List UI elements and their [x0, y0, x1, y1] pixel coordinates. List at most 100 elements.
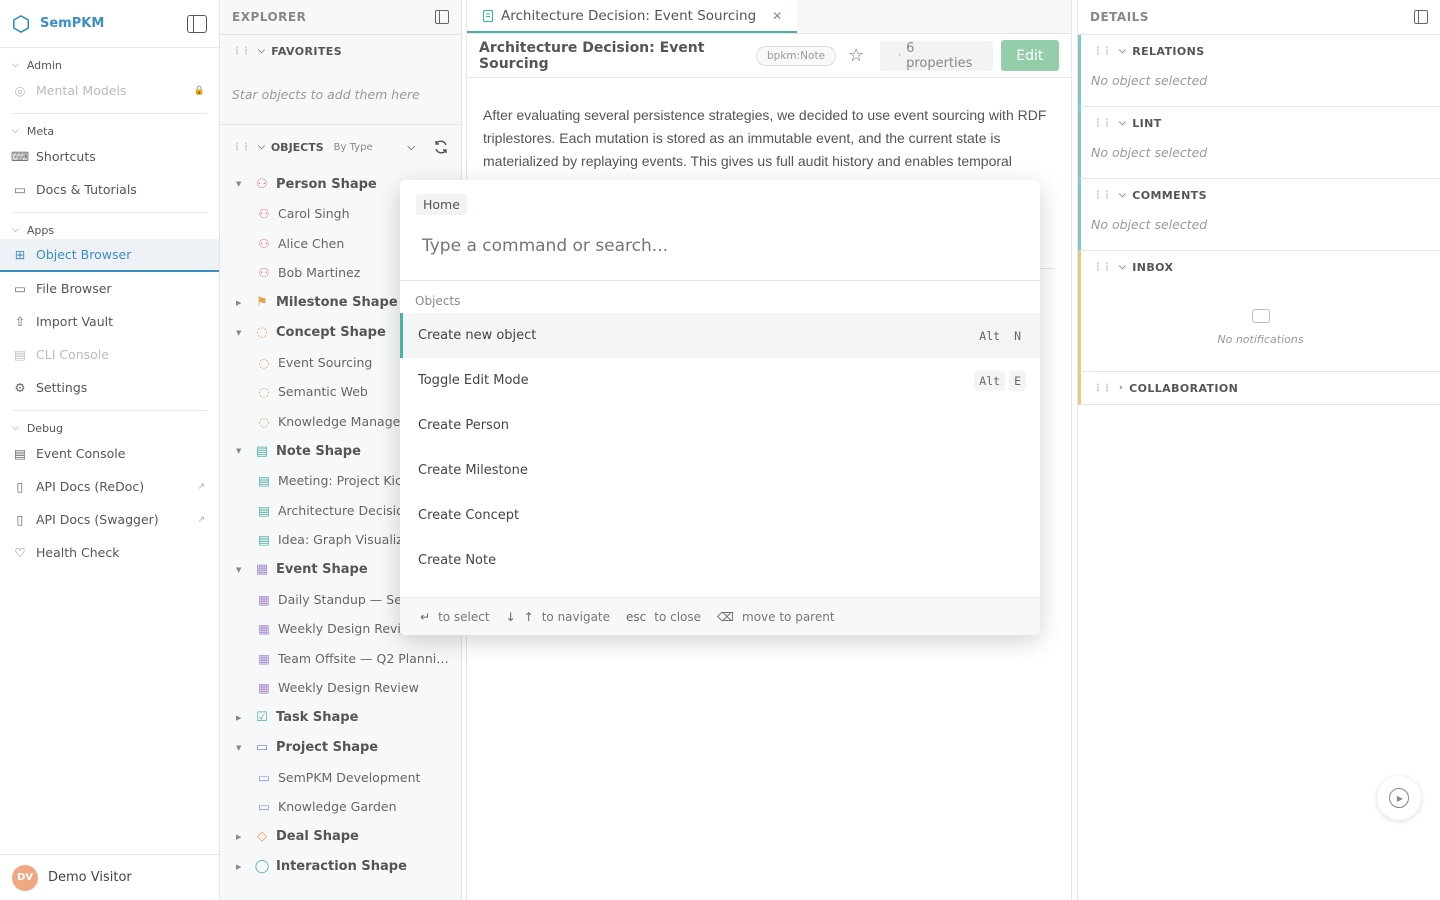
- chevron-down-icon: ⌵: [12, 225, 19, 235]
- drag-handle-icon[interactable]: ⋮⋮: [1093, 190, 1112, 201]
- explorer-header: EXPLORER: [220, 0, 461, 35]
- objects-header[interactable]: ⋮⋮ ⌵ OBJECTS By Type ⌵: [220, 125, 461, 169]
- favorites-empty: Star objects to add them here: [220, 67, 461, 125]
- app-name[interactable]: SemPKM: [40, 16, 187, 31]
- sidebar-item-label: File Browser: [36, 281, 112, 296]
- sidebar-item-label: Object Browser: [36, 247, 132, 262]
- sidebar-item-mental-models[interactable]: ◎ Mental Models 🔒: [0, 74, 219, 107]
- tree-object-item[interactable]: ▦ Weekly Design Review: [220, 673, 461, 703]
- lightbulb-icon: ◌: [258, 354, 270, 370]
- refresh-icon[interactable]: [433, 139, 449, 155]
- tree-object-item[interactable]: ▭ SemPKM Development: [220, 763, 461, 793]
- command-item[interactable]: Create new object Alt N: [400, 313, 1040, 358]
- drag-handle-icon[interactable]: ⋮⋮: [1093, 118, 1112, 129]
- star-icon[interactable]: ☆: [848, 45, 864, 66]
- drag-handle-icon[interactable]: ⋮⋮: [1093, 46, 1112, 57]
- sidebar-item-label: Settings: [36, 380, 88, 395]
- collaboration-title: COLLABORATION: [1129, 381, 1239, 395]
- nav-section-heading[interactable]: ⌵ Meta: [12, 122, 207, 140]
- drag-handle-icon[interactable]: ⋮⋮: [232, 142, 251, 153]
- details-section-header[interactable]: ⋮⋮ ⌵ LINT: [1081, 107, 1440, 139]
- note-icon: ▤: [255, 443, 269, 459]
- sidebar-item-shortcuts[interactable]: ⌨ Shortcuts: [0, 140, 219, 173]
- sidebar-item-import-vault[interactable]: ⇧ Import Vault: [0, 305, 219, 338]
- command-label: Toggle Edit Mode: [418, 373, 529, 388]
- properties-toggle-button[interactable]: · 6 properties: [880, 40, 993, 71]
- upload-icon: ⇧: [14, 314, 26, 329]
- triangle-right-icon[interactable]: ▶: [236, 714, 246, 722]
- sidebar-item-settings[interactable]: ⚙ Settings: [0, 371, 219, 404]
- command-search-input[interactable]: [422, 236, 1022, 256]
- backspace-key-icon: ⌫: [717, 609, 735, 624]
- lock-icon: 🔒: [193, 85, 205, 96]
- collapse-panel-icon[interactable]: [1414, 10, 1428, 24]
- tree-type-task-shape[interactable]: ▶ ☑ Task Shape: [220, 703, 461, 733]
- chevron-down-icon: ⌵: [12, 60, 19, 70]
- tree-type-deal-shape[interactable]: ▶ ◇ Deal Shape: [220, 822, 461, 852]
- tree-type-project-shape[interactable]: ▼ ▭ Project Shape: [220, 733, 461, 763]
- drag-handle-icon[interactable]: ⋮⋮: [1093, 383, 1112, 394]
- drag-handle-icon[interactable]: ⋮⋮: [232, 46, 251, 57]
- chevron-down-icon: ⌵: [1119, 46, 1127, 56]
- triangle-down-icon[interactable]: ▼: [236, 744, 246, 752]
- command-item[interactable]: Create Milestone: [400, 448, 1040, 493]
- collapse-panel-icon[interactable]: [435, 10, 449, 24]
- details-section-title: COMMENTS: [1132, 188, 1207, 202]
- sidebar-toggle-icon[interactable]: [187, 14, 207, 33]
- command-palette: Home Objects Create new objectAltNToggle…: [400, 180, 1040, 635]
- sidebar-item-docs-tutorials[interactable]: ▭ Docs & Tutorials: [0, 173, 219, 206]
- sidebar-item-cli-console[interactable]: ▤ CLI Console: [0, 338, 219, 371]
- sidebar-item-api-docs-swagger[interactable]: ▯ API Docs (Swagger) ↗: [0, 503, 219, 536]
- details-section-header[interactable]: ⋮⋮ ⌵ COMMENTS: [1081, 179, 1440, 211]
- doc-icon: ▯: [16, 512, 24, 527]
- inbox-header[interactable]: ⋮⋮ ⌵ INBOX: [1081, 251, 1440, 283]
- command-item[interactable]: Create Concept: [400, 493, 1040, 538]
- edit-button[interactable]: Edit: [1000, 40, 1059, 71]
- command-label: Create Note: [418, 553, 497, 568]
- sidebar-item-health-check[interactable]: ♡ Health Check: [0, 536, 219, 569]
- doc-icon: ▯: [16, 479, 24, 494]
- tree-object-item[interactable]: ▦ Team Offsite — Q2 Planni…: [220, 644, 461, 674]
- triangle-down-icon[interactable]: ▼: [236, 447, 246, 455]
- close-tab-icon[interactable]: ✕: [772, 9, 782, 23]
- user-menu[interactable]: DV Demo Visitor: [0, 854, 220, 900]
- nav-section-heading[interactable]: ⌵ Debug: [12, 419, 207, 437]
- drag-handle-icon[interactable]: ⋮⋮: [1093, 262, 1112, 273]
- sidebar-item-object-browser[interactable]: ⊞ Object Browser: [0, 239, 219, 272]
- sidebar-item-event-console[interactable]: ▤ Event Console: [0, 437, 219, 470]
- note-body[interactable]: After evaluating several persistence str…: [467, 78, 1071, 173]
- play-button[interactable]: ▶: [1377, 776, 1421, 820]
- tab-bar: Architecture Decision: Event Sourcing ✕: [467, 0, 1071, 34]
- tree-type-interaction-shape[interactable]: ▶ ◯ Interaction Shape: [220, 852, 461, 882]
- inbox-empty-state: No notifications: [1081, 283, 1440, 371]
- command-item[interactable]: Create Person: [400, 403, 1040, 448]
- group-by-dropdown-icon[interactable]: ⌵: [407, 142, 415, 153]
- palette-breadcrumb[interactable]: Home: [416, 194, 467, 215]
- tab-active[interactable]: Architecture Decision: Event Sourcing ✕: [467, 0, 797, 33]
- command-item[interactable]: Toggle Edit Mode Alt E: [400, 358, 1040, 403]
- collaboration-header[interactable]: ⋮⋮ › COLLABORATION: [1081, 372, 1440, 404]
- note-icon: ▤: [258, 502, 270, 518]
- sidebar-item-file-browser[interactable]: ▭ File Browser: [0, 272, 219, 305]
- triangle-right-icon[interactable]: ▶: [236, 833, 246, 841]
- tree-object-label: Event Sourcing: [278, 354, 373, 370]
- nav-section: ⌵ Debug ▤ Event Console ▯ API Docs (ReDoc) ↗ ▯ A…: [12, 411, 207, 575]
- sidebar-item-label: Import Vault: [36, 314, 113, 329]
- nav-section-heading[interactable]: ⌵ Admin: [12, 56, 207, 74]
- nav-section-heading[interactable]: ⌵ Apps: [12, 221, 207, 239]
- explorer-title: EXPLORER: [232, 10, 307, 24]
- triangle-right-icon[interactable]: ▶: [236, 863, 246, 871]
- sidebar-nav: ⌵ Admin ◎ Mental Models 🔒 ⌵ Meta ⌨ Shortcuts ▭ Doc…: [0, 48, 219, 575]
- tree-object-item[interactable]: ▭ Knowledge Garden: [220, 792, 461, 822]
- triangle-down-icon[interactable]: ▼: [236, 180, 246, 188]
- flag-icon: ⚑: [256, 295, 268, 310]
- details-section-header[interactable]: ⋮⋮ ⌵ RELATIONS: [1081, 35, 1440, 67]
- command-item[interactable]: Create Note: [400, 538, 1040, 583]
- sidebar-item-api-docs-redoc[interactable]: ▯ API Docs (ReDoc) ↗: [0, 470, 219, 503]
- triangle-down-icon[interactable]: ▼: [236, 566, 246, 574]
- triangle-right-icon[interactable]: ▶: [236, 299, 246, 307]
- triangle-down-icon[interactable]: ▼: [236, 329, 246, 337]
- favorites-header[interactable]: ⋮⋮ ⌵ FAVORITES: [220, 35, 461, 67]
- sidebar-item-label: Shortcuts: [36, 149, 96, 164]
- inbox-section: ⋮⋮ ⌵ INBOX No notifications: [1078, 251, 1440, 372]
